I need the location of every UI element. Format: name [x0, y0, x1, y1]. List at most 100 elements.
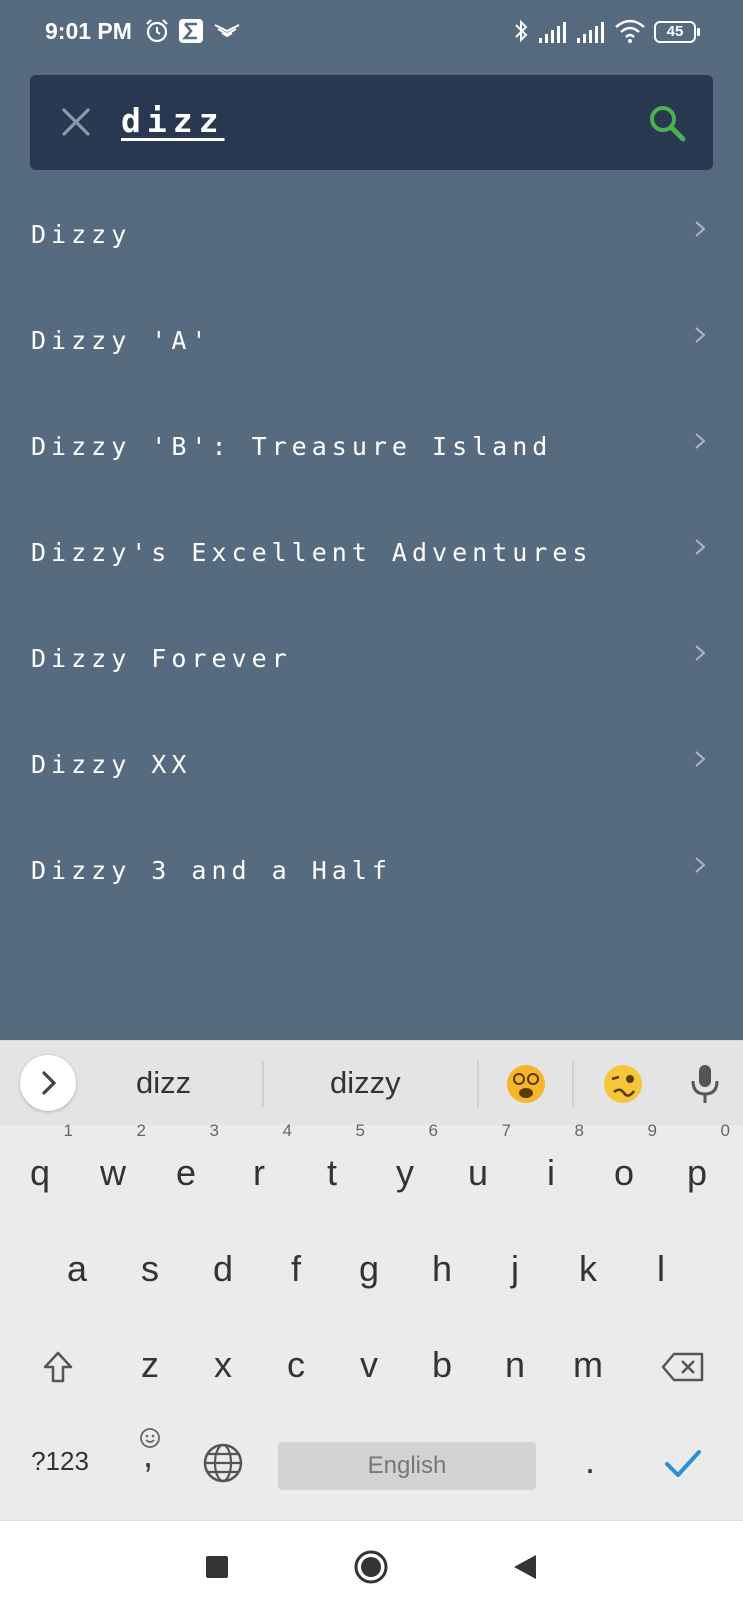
chevron-right-icon — [695, 221, 706, 237]
key-x[interactable]: x — [188, 1325, 258, 1405]
key-h[interactable]: h — [407, 1229, 477, 1309]
key-hint: 6 — [428, 1121, 438, 1140]
key-n[interactable]: n — [480, 1325, 550, 1405]
result-label: Dizzy — [31, 220, 132, 249]
key-j[interactable]: j — [480, 1229, 550, 1309]
results-list: Dizzy Dizzy 'A' Dizzy 'B': Treasure Isla… — [0, 184, 743, 926]
search-bar: dizz — [30, 75, 713, 170]
home-button[interactable] — [353, 1549, 389, 1585]
key-label: d — [212, 1248, 234, 1289]
soft-keyboard: dizz dizzy q1 w2 e3 r4 t5 y6 u7 i 8 o 9 … — [0, 1040, 743, 1521]
chevron-right-icon — [42, 1071, 57, 1095]
key-a[interactable]: a — [42, 1229, 112, 1309]
key-o[interactable]: o9 — [589, 1121, 659, 1213]
key-b[interactable]: b — [407, 1325, 477, 1405]
woozy-face-emoji-icon[interactable] — [602, 1063, 644, 1105]
bluetooth-icon — [515, 19, 528, 43]
status-time: 9:01 PM — [45, 18, 132, 44]
key-label: f — [290, 1248, 301, 1289]
key-f[interactable]: f — [261, 1229, 331, 1309]
key-p[interactable]: p0 — [662, 1121, 732, 1213]
microphone-icon[interactable] — [688, 1063, 722, 1105]
key-label: o — [613, 1152, 635, 1193]
result-label: Dizzy 'B': Treasure Island — [31, 432, 553, 461]
backspace-key[interactable] — [648, 1325, 718, 1405]
key-hint: 9 — [647, 1121, 657, 1140]
chevron-right-icon — [695, 433, 706, 449]
key-label: t — [326, 1152, 337, 1193]
result-item[interactable]: Dizzy XX — [0, 714, 743, 820]
dizzy-face-emoji-icon[interactable] — [505, 1063, 547, 1105]
key-y[interactable]: y6 — [370, 1121, 440, 1213]
key-m[interactable]: m — [553, 1325, 623, 1405]
language-key[interactable] — [188, 1421, 258, 1501]
key-label: i — [547, 1152, 555, 1193]
key-u[interactable]: u7 — [443, 1121, 513, 1213]
checkmark-icon — [665, 1450, 701, 1478]
symbols-key[interactable]: ?123 — [22, 1421, 98, 1501]
chevron-right-icon — [695, 857, 706, 873]
key-i[interactable]: i8 — [516, 1121, 586, 1213]
chevron-right-icon — [695, 327, 706, 343]
key-label: y — [396, 1152, 414, 1193]
key-g[interactable]: g — [334, 1229, 404, 1309]
key-hint: 7 — [501, 1121, 511, 1140]
period-key[interactable]: . — [555, 1421, 625, 1501]
clear-search-icon[interactable] — [58, 104, 94, 140]
result-item[interactable]: Dizzy Forever — [0, 608, 743, 714]
key-q[interactable]: q1 — [5, 1121, 75, 1213]
result-item[interactable]: Dizzy 3 and a Half — [0, 820, 743, 926]
battery-level: 45 — [666, 23, 684, 40]
result-item[interactable]: Dizzy — [0, 184, 743, 290]
result-item[interactable]: Dizzy's Excellent Adventures — [0, 502, 743, 608]
system-nav-bar — [0, 1520, 743, 1611]
key-v[interactable]: v — [334, 1325, 404, 1405]
key-label: k — [579, 1248, 597, 1289]
battery-icon: 45 — [654, 21, 696, 43]
key-label: g — [358, 1248, 380, 1289]
shift-key[interactable] — [23, 1325, 93, 1405]
key-k[interactable]: k — [553, 1229, 623, 1309]
key-hint: 0 — [720, 1121, 730, 1140]
key-label: m — [573, 1344, 603, 1385]
key-hint: 5 — [355, 1121, 365, 1140]
search-input[interactable]: dizz — [121, 101, 224, 140]
result-item[interactable]: Dizzy 'A' — [0, 290, 743, 396]
expand-toolbar-button[interactable] — [20, 1055, 76, 1111]
chevron-right-icon — [695, 539, 706, 555]
key-e[interactable]: e3 — [151, 1121, 221, 1213]
key-label: e — [175, 1152, 197, 1193]
key-label: j — [511, 1248, 519, 1289]
sigma-app-icon — [179, 19, 203, 43]
comma-key[interactable]: , — [115, 1421, 185, 1501]
key-d[interactable]: d — [188, 1229, 258, 1309]
divider — [477, 1061, 479, 1107]
key-c[interactable]: c — [261, 1325, 331, 1405]
backspace-icon — [661, 1353, 704, 1382]
key-z[interactable]: z — [115, 1325, 185, 1405]
status-bar: 9:01 PM 45 — [0, 0, 743, 66]
alarm-icon — [146, 19, 168, 43]
chevron-right-icon — [695, 645, 706, 661]
result-item[interactable]: Dizzy 'B': Treasure Island — [0, 396, 743, 502]
key-t[interactable]: t5 — [297, 1121, 367, 1213]
suggestion-word[interactable]: dizz — [136, 1065, 191, 1101]
key-l[interactable]: l — [626, 1229, 696, 1309]
key-s[interactable]: s — [115, 1229, 185, 1309]
key-label: z — [141, 1344, 159, 1385]
space-bar[interactable]: English — [278, 1442, 536, 1490]
back-button[interactable] — [512, 1553, 538, 1581]
suggestion-strip: dizz dizzy — [0, 1041, 743, 1125]
suggestion-word[interactable]: dizzy — [330, 1065, 401, 1101]
key-w[interactable]: w2 — [78, 1121, 148, 1213]
signal-icon-2 — [577, 22, 604, 43]
key-label: s — [141, 1248, 159, 1289]
key-hint: 3 — [209, 1121, 219, 1140]
enter-key[interactable] — [648, 1421, 718, 1501]
recents-button[interactable] — [206, 1556, 228, 1578]
key-label: l — [657, 1248, 665, 1289]
space-bar-label: English — [367, 1452, 447, 1479]
key-label: h — [431, 1248, 453, 1289]
key-r[interactable]: r4 — [224, 1121, 294, 1213]
search-icon[interactable] — [647, 103, 687, 143]
